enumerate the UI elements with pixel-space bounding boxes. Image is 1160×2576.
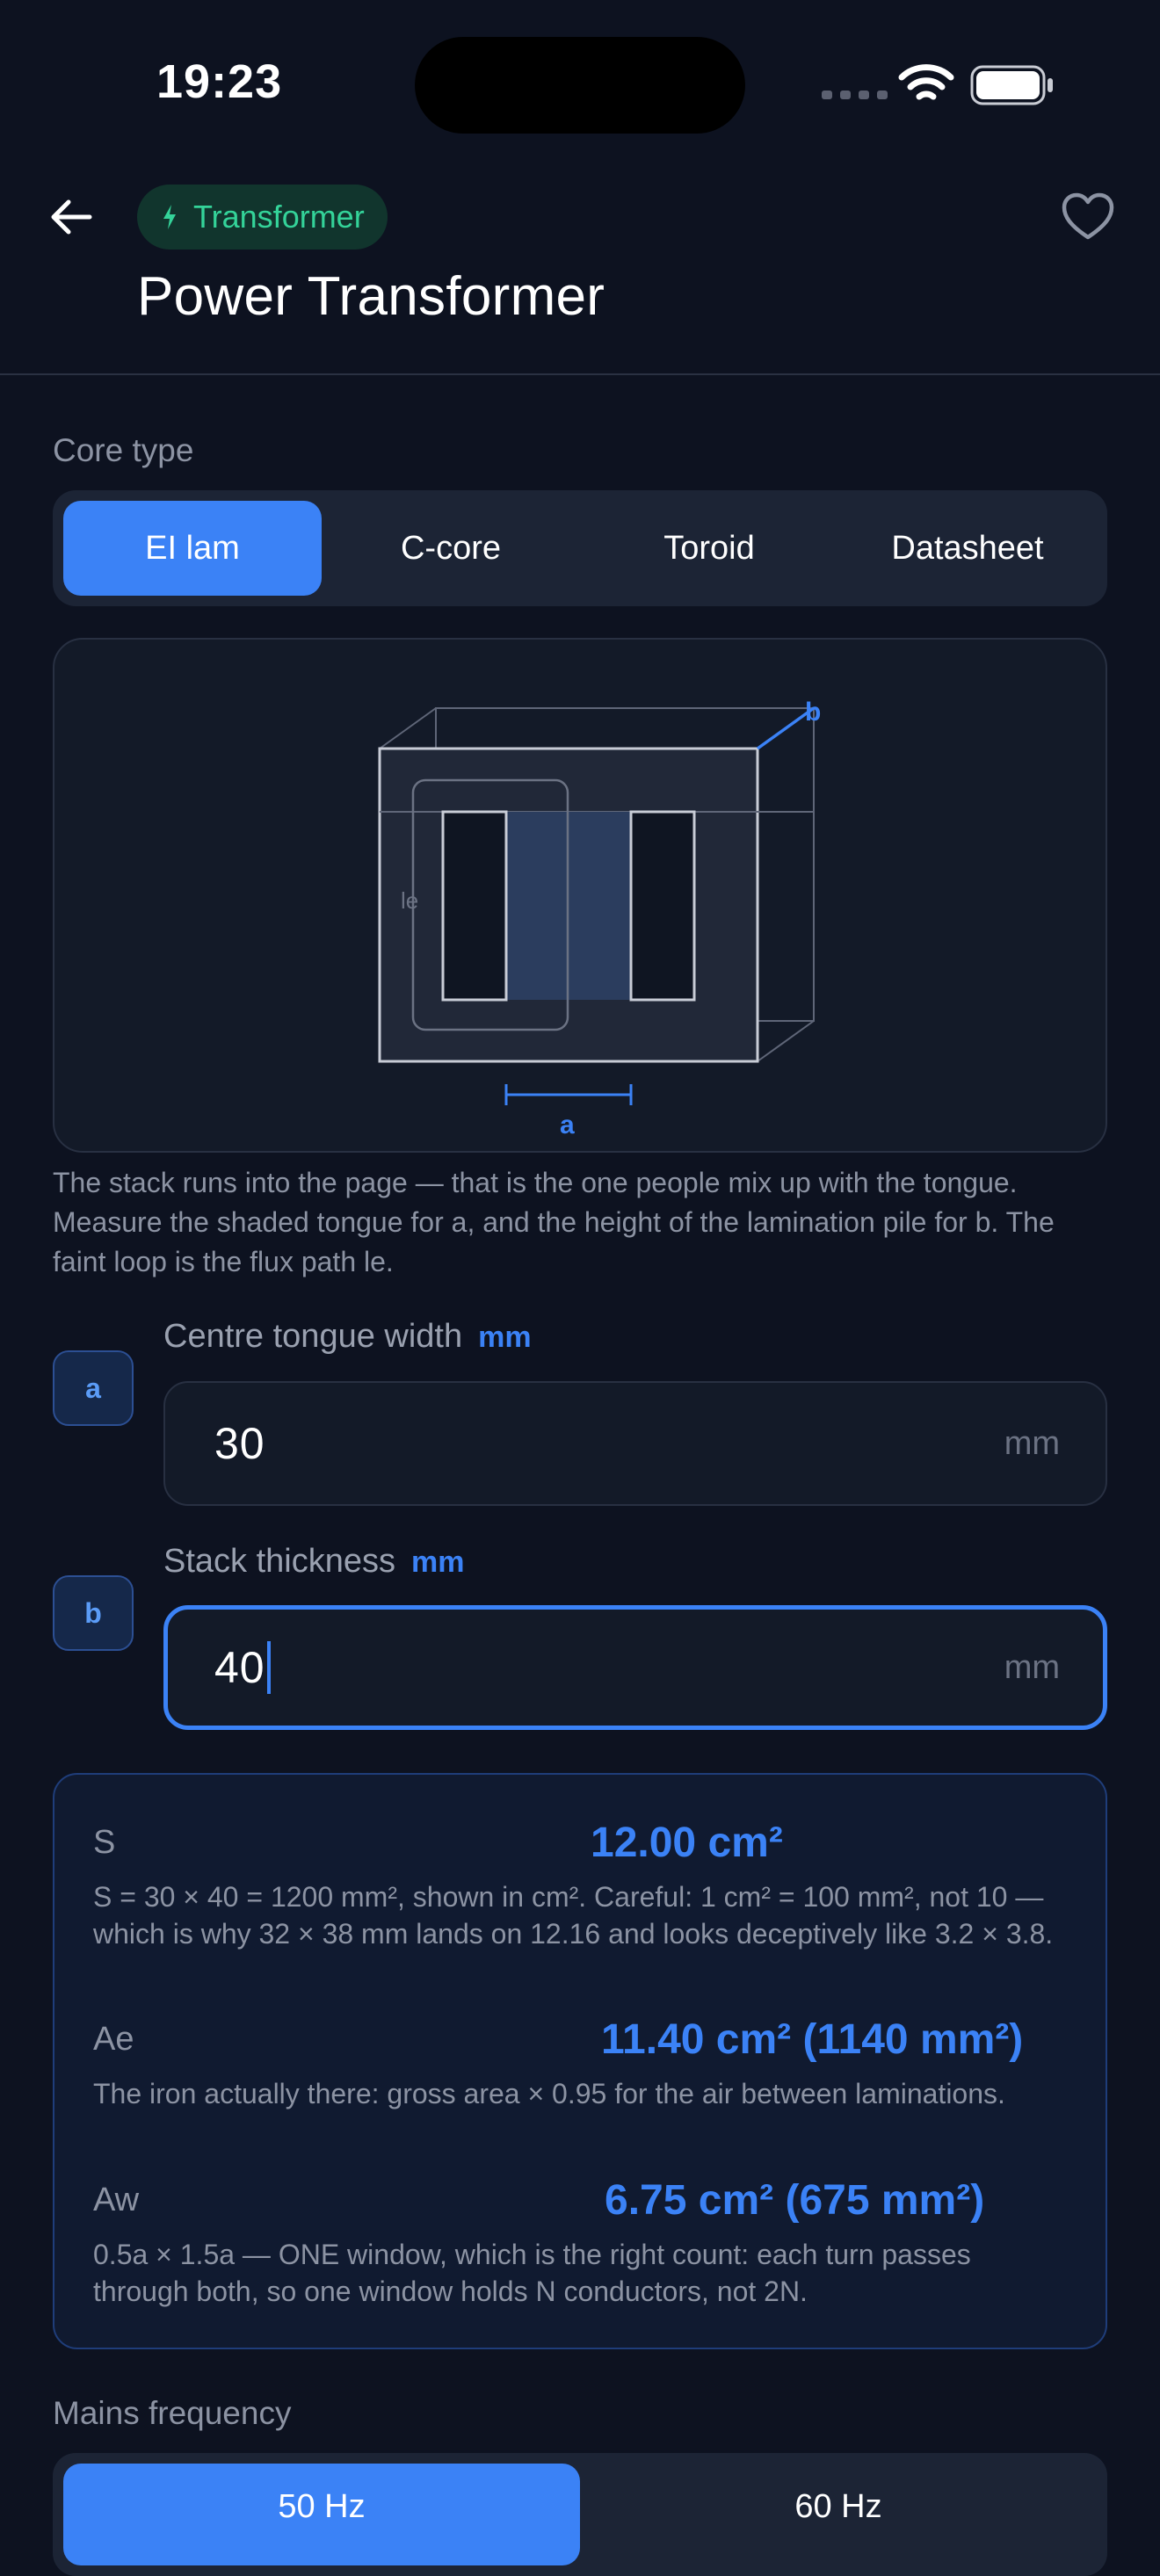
core-type-selector: EI lam C-core Toroid Datasheet bbox=[53, 490, 1107, 606]
header-divider bbox=[0, 373, 1160, 375]
core-type-option-toroid[interactable]: Toroid bbox=[580, 501, 838, 596]
dynamic-island bbox=[415, 37, 745, 134]
result-name-aw: Aw bbox=[93, 2182, 140, 2218]
frequency-option-60hz[interactable]: 60 Hz bbox=[580, 2464, 1097, 2565]
category-chip: Transformer bbox=[137, 185, 388, 250]
unit-tag: mm bbox=[478, 1321, 532, 1354]
text-caret bbox=[266, 1641, 271, 1694]
input-unit: mm bbox=[1004, 1424, 1060, 1462]
result-description-ae: The iron actually there: gross area × 0.… bbox=[93, 2078, 1005, 2109]
core-type-option-datasheet[interactable]: Datasheet bbox=[838, 501, 1097, 596]
field-label-row-a: Centre tongue width mm bbox=[163, 1318, 532, 1356]
result-value-s: 12.00 cm² bbox=[591, 1820, 783, 1866]
result-name-ae: Ae bbox=[93, 2021, 134, 2058]
status-time: 19:23 bbox=[156, 55, 283, 108]
b-label: b bbox=[805, 698, 821, 727]
field-label: Stack thickness bbox=[163, 1543, 395, 1580]
category-chip-label: Transformer bbox=[193, 199, 365, 235]
bolt-icon bbox=[163, 205, 176, 229]
frequency-option-50hz[interactable]: 50 Hz bbox=[63, 2464, 580, 2565]
core-diagram: le b a bbox=[53, 638, 1107, 1153]
field-label-row-b: Stack thickness mm bbox=[163, 1543, 464, 1581]
result-description-s: S = 30 × 40 = 1200 mm², shown in cm². Ca… bbox=[93, 1881, 1054, 1950]
battery-icon bbox=[970, 65, 1053, 105]
input-unit: mm bbox=[1004, 1648, 1060, 1686]
core-type-option-ei-lam[interactable]: EI lam bbox=[63, 501, 322, 596]
ei-core-illustration: le b a bbox=[378, 698, 821, 1140]
results-card: S 12.00 cm² S = 30 × 40 = 1200 mm², show… bbox=[53, 1773, 1107, 2349]
back-arrow-icon[interactable] bbox=[44, 190, 98, 244]
core-type-option-c-core[interactable]: C-core bbox=[322, 501, 580, 596]
field-label: Centre tongue width bbox=[163, 1318, 463, 1355]
input-value: 30 bbox=[214, 1419, 265, 1468]
page-title: Power Transformer bbox=[137, 266, 605, 327]
input-value: 40 bbox=[214, 1643, 265, 1692]
le-label: le bbox=[401, 887, 418, 914]
diagram-explanation: The stack runs into the page — that is t… bbox=[53, 1167, 1055, 1277]
mains-frequency-label: Mains frequency bbox=[53, 2395, 292, 2431]
dimension-badge-a: a bbox=[53, 1350, 134, 1426]
result-name-s: S bbox=[93, 1824, 116, 1861]
result-value-aw: 6.75 cm² (675 mm²) bbox=[605, 2177, 985, 2224]
heart-icon[interactable] bbox=[1061, 192, 1115, 242]
unit-tag: mm bbox=[411, 1545, 465, 1579]
cellular-signal-icon bbox=[822, 90, 888, 99]
a-label: a bbox=[560, 1111, 575, 1140]
centre-tongue-width-input[interactable]: 30 mm bbox=[163, 1381, 1107, 1506]
stack-thickness-input[interactable]: 40 mm bbox=[163, 1605, 1107, 1730]
core-type-label: Core type bbox=[53, 432, 194, 468]
result-value-ae: 11.40 cm² (1140 mm²) bbox=[601, 2016, 1024, 2063]
result-description-aw: 0.5a × 1.5a — ONE window, which is the r… bbox=[93, 2239, 971, 2307]
mains-frequency-selector: 50 Hz 60 Hz bbox=[53, 2453, 1107, 2576]
dimension-badge-b: b bbox=[53, 1575, 134, 1651]
wifi-icon bbox=[898, 64, 954, 100]
